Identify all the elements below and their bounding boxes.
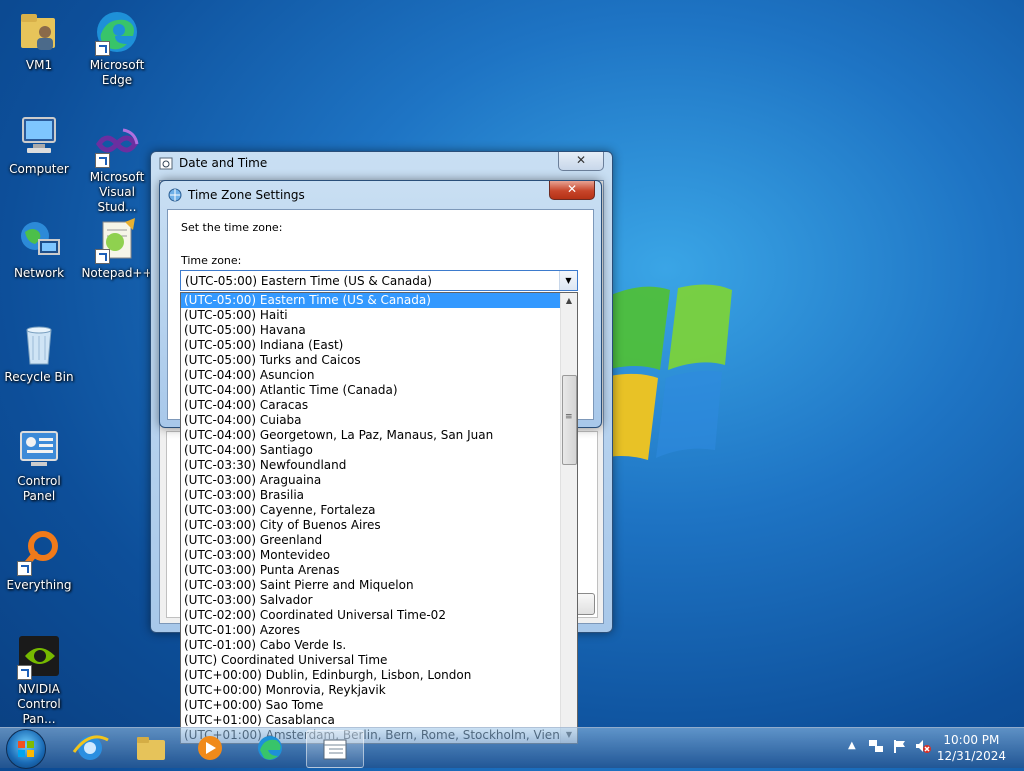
start-button[interactable] [6, 729, 46, 769]
dropdown-option[interactable]: (UTC-03:00) Cayenne, Fortaleza [181, 503, 577, 518]
dropdown-option[interactable]: (UTC-05:00) Haiti [181, 308, 577, 323]
taskbar-clock[interactable]: 10:00 PM 12/31/2024 [937, 732, 1006, 764]
volume-muted-icon[interactable] [914, 738, 932, 757]
action-center-flag-icon[interactable] [892, 738, 908, 757]
taskbar-edge[interactable] [242, 730, 298, 766]
dropdown-option[interactable]: (UTC+00:00) Monrovia, Reykjavik [181, 683, 577, 698]
clock-time: 10:00 PM [943, 733, 1000, 747]
desktop-icon-label: Everything [6, 578, 72, 592]
notepad-plus-plus-icon [93, 216, 141, 264]
desktop-icon-nvidia-control-panel[interactable]: NVIDIA Control Pan... [1, 632, 77, 727]
user-folder-icon [15, 8, 63, 56]
dropdown-option[interactable]: (UTC+00:00) Sao Tome [181, 698, 577, 713]
close-button[interactable]: ✕ [558, 152, 604, 171]
taskbar-date-time[interactable] [306, 730, 364, 768]
calendar-icon [323, 739, 347, 760]
taskbar-file-explorer[interactable] [122, 730, 178, 766]
desktop-icon-label: Network [13, 266, 65, 280]
tz-titlebar[interactable]: Time Zone Settings [168, 188, 305, 202]
desktop-icon-control-panel[interactable]: Control Panel [1, 424, 77, 504]
dropdown-option[interactable]: (UTC-05:00) Indiana (East) [181, 338, 577, 353]
taskbar-internet-explorer[interactable] [62, 730, 118, 766]
clock-icon [159, 156, 173, 170]
desktop-icon-label: VM1 [25, 58, 53, 72]
dropdown-option[interactable]: (UTC-03:00) Punta Arenas [181, 563, 577, 578]
desktop-icon-everything[interactable]: Everything [1, 528, 77, 593]
desktop-icon-label: Microsoft Visual Stud... [89, 170, 145, 214]
media-player-icon [198, 736, 222, 760]
desktop-icon-label: Control Panel [17, 474, 61, 503]
desktop-icon-notepad-plus-plus[interactable]: Notepad++ [79, 216, 155, 281]
dropdown-option[interactable]: (UTC+01:00) Casablanca [181, 713, 577, 728]
system-tray: ▲ 10:00 PM 12/31/2024 [834, 728, 1024, 768]
desktop-icon-computer[interactable]: Computer [1, 112, 77, 177]
dropdown-scrollbar[interactable]: ▲ ▼ [560, 293, 577, 743]
visual-studio-icon [93, 120, 141, 168]
taskbar-media-player[interactable] [182, 730, 238, 766]
dropdown-option[interactable]: (UTC-04:00) Cuiaba [181, 413, 577, 428]
dropdown-option[interactable]: (UTC-03:00) Montevideo [181, 548, 577, 563]
dropdown-option[interactable]: (UTC-03:30) Newfoundland [181, 458, 577, 473]
folder-icon [137, 737, 165, 760]
dropdown-option[interactable]: (UTC-04:00) Georgetown, La Paz, Manaus, … [181, 428, 577, 443]
everything-search-icon [15, 528, 63, 576]
window-title: Date and Time [179, 156, 268, 170]
edge-icon [93, 8, 141, 56]
desktop-icon-recycle-bin[interactable]: Recycle Bin [1, 320, 77, 385]
nvidia-icon [15, 632, 63, 680]
date-time-titlebar[interactable]: Date and Time [159, 156, 267, 170]
chevron-down-icon[interactable]: ▼ [559, 271, 577, 290]
globe-clock-icon [168, 188, 182, 202]
dropdown-option[interactable]: (UTC-02:00) Coordinated Universal Time-0… [181, 608, 577, 623]
network-globe-icon [15, 216, 63, 264]
dropdown-items: (UTC-05:00) Eastern Time (US & Canada) (U… [181, 293, 577, 743]
dropdown-option[interactable]: (UTC-05:00) Eastern Time (US & Canada) [181, 293, 577, 308]
dropdown-option[interactable]: (UTC-01:00) Azores [181, 623, 577, 638]
dropdown-option[interactable]: (UTC-04:00) Asuncion [181, 368, 577, 383]
dropdown-option[interactable]: (UTC-03:00) Brasilia [181, 488, 577, 503]
time-zone-dropdown-list[interactable]: (UTC-05:00) Eastern Time (US & Canada) (U… [180, 292, 578, 744]
set-time-zone-label: Set the time zone: [181, 221, 283, 234]
dropdown-option[interactable]: (UTC-03:00) Araguaina [181, 473, 577, 488]
clock-date: 12/31/2024 [936, 749, 1006, 763]
dropdown-option[interactable]: (UTC+00:00) Dublin, Edinburgh, Lisbon, L… [181, 668, 577, 683]
windows-flag-icon [18, 741, 34, 757]
computer-icon [15, 112, 63, 160]
dropdown-option[interactable]: (UTC-03:00) Greenland [181, 533, 577, 548]
desktop-icon-label: Recycle Bin [4, 370, 74, 384]
internet-explorer-icon [72, 735, 109, 760]
dropdown-option[interactable]: (UTC-03:00) Saint Pierre and Miquelon [181, 578, 577, 593]
desktop-icon-microsoft-edge[interactable]: Microsoft Edge [79, 8, 155, 88]
edge-icon [258, 736, 282, 760]
desktop-icon-vm1[interactable]: VM1 [1, 8, 77, 73]
dropdown-option[interactable]: (UTC-04:00) Santiago [181, 443, 577, 458]
dropdown-option[interactable]: (UTC-03:00) City of Buenos Aires [181, 518, 577, 533]
desktop-icon-label: Microsoft Edge [89, 58, 145, 87]
combobox-value: (UTC-05:00) Eastern Time (US & Canada) [185, 274, 432, 288]
show-hidden-icons-icon[interactable]: ▲ [848, 740, 856, 751]
scroll-up-icon[interactable]: ▲ [561, 293, 577, 309]
dialog-title: Time Zone Settings [188, 188, 305, 202]
network-tray-icon[interactable] [868, 738, 884, 757]
desktop-icon-label: Notepad++ [81, 266, 153, 280]
time-zone-label: Time zone: [181, 254, 242, 267]
dropdown-option[interactable]: (UTC-01:00) Cabo Verde Is. [181, 638, 577, 653]
dropdown-option[interactable]: (UTC-05:00) Havana [181, 323, 577, 338]
dropdown-option[interactable]: (UTC-04:00) Atlantic Time (Canada) [181, 383, 577, 398]
dropdown-option[interactable]: (UTC) Coordinated Universal Time [181, 653, 577, 668]
recycle-bin-icon [15, 320, 63, 368]
control-panel-icon [15, 424, 63, 472]
close-button[interactable]: ✕ [549, 181, 595, 200]
scrollbar-thumb[interactable] [562, 375, 577, 465]
desktop-icon-label: NVIDIA Control Pan... [17, 682, 61, 726]
desktop-icon-network[interactable]: Network [1, 216, 77, 281]
taskbar: ▲ 10:00 PM 12/31/2024 [0, 727, 1024, 769]
dropdown-option[interactable]: (UTC-03:00) Salvador [181, 593, 577, 608]
dropdown-option[interactable]: (UTC-04:00) Caracas [181, 398, 577, 413]
desktop-icon-visual-studio[interactable]: Microsoft Visual Stud... [79, 120, 155, 215]
dropdown-option[interactable]: (UTC-05:00) Turks and Caicos [181, 353, 577, 368]
time-zone-combobox[interactable]: (UTC-05:00) Eastern Time (US & Canada) ▼ [180, 270, 578, 291]
desktop-icon-label: Computer [9, 162, 69, 176]
